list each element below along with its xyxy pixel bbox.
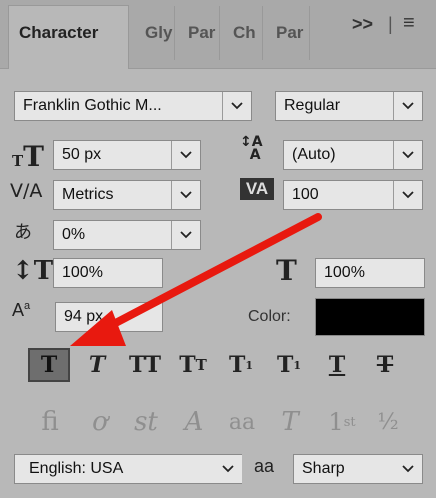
superscript-button[interactable]: T1 (220, 348, 262, 382)
faux-italic-button[interactable]: T (76, 348, 118, 382)
language-value: English: USA (29, 460, 124, 477)
kerning-value: Metrics (62, 186, 114, 203)
horizontal-scale-input[interactable]: 100% (315, 258, 425, 288)
leading-value: (Auto) (292, 146, 336, 163)
antialias-value: Sharp (302, 460, 345, 477)
character-panel: Character Gly Par Ch Par >> | ≡ Franklin… (0, 0, 436, 498)
swash-button[interactable]: st (124, 402, 168, 442)
all-caps-button[interactable]: TT (124, 348, 166, 382)
strikethrough-button[interactable]: T (364, 348, 406, 382)
chevron-down-icon[interactable] (222, 92, 251, 120)
antialias-icon: aa (254, 456, 275, 476)
chevron-down-icon[interactable] (214, 455, 242, 483)
subscript-button[interactable]: T1 (268, 348, 310, 382)
small-caps-button[interactable]: TT (172, 348, 214, 382)
chevron-down-icon[interactable] (393, 92, 422, 120)
font-family-select[interactable]: Franklin Gothic M... (14, 91, 252, 121)
faux-bold-button[interactable]: T (28, 348, 70, 382)
kerning-icon: V/A (10, 180, 43, 202)
tab-glyphs[interactable]: Gly (139, 6, 175, 60)
chevron-down-icon[interactable] (171, 141, 200, 169)
contextual-alternates-button[interactable]: A (172, 402, 216, 442)
leading-icon: ↕A A (240, 134, 263, 163)
tsume-icon: あ (14, 222, 32, 242)
tab-paragraph-styles[interactable]: Par (270, 6, 310, 60)
underline-button[interactable]: T (316, 348, 358, 382)
tracking-icon: VA (240, 178, 274, 200)
font-size-select[interactable]: 50 px (53, 140, 201, 170)
ligatures-button[interactable]: fi (28, 402, 72, 442)
chevron-down-icon[interactable] (171, 221, 200, 249)
expand-tabs-icon[interactable]: >> (352, 14, 373, 35)
leading-select[interactable]: (Auto) (283, 140, 423, 170)
vertical-scale-input[interactable]: 100% (53, 258, 163, 288)
oldstyle-button[interactable]: ơ (78, 402, 122, 442)
ordinals-button[interactable]: 1st (320, 402, 364, 442)
chevron-down-icon[interactable] (393, 181, 422, 209)
tracking-select[interactable]: 100 (283, 180, 423, 210)
vertical-scale-icon: ↕T (12, 256, 54, 286)
color-swatch[interactable] (315, 298, 425, 336)
titling-button[interactable]: T (268, 402, 312, 442)
discretionary-ligatures-button[interactable]: aa (220, 402, 264, 442)
language-select[interactable]: English: USA (14, 454, 242, 484)
divider-icon: | (388, 14, 393, 34)
baseline-shift-input[interactable]: 94 px (55, 302, 163, 332)
font-family-value: Franklin Gothic M... (23, 97, 162, 114)
tab-character[interactable]: Character (8, 5, 129, 69)
chevron-down-icon[interactable] (394, 455, 422, 483)
font-size-value: 50 px (62, 146, 102, 163)
tab-paragraph[interactable]: Par (182, 6, 220, 60)
baseline-shift-icon: Aa (12, 300, 31, 320)
tab-character-styles[interactable]: Ch (227, 6, 263, 60)
antialias-select[interactable]: Sharp (293, 454, 423, 484)
panel-menu-icon[interactable]: ≡ (403, 12, 415, 35)
font-size-icon: TT (12, 140, 45, 173)
tab-bar: Character Gly Par Ch Par >> | ≡ (0, 0, 436, 69)
chevron-down-icon[interactable] (393, 141, 422, 169)
font-style-select[interactable]: Regular (275, 91, 423, 121)
tsume-value: 0% (62, 226, 86, 243)
kerning-select[interactable]: Metrics (53, 180, 201, 210)
chevron-down-icon[interactable] (171, 181, 200, 209)
tracking-value: 100 (292, 186, 319, 203)
color-label: Color: (248, 308, 291, 325)
horizontal-scale-icon: T (276, 254, 297, 287)
tsume-select[interactable]: 0% (53, 220, 201, 250)
fractions-button[interactable]: ½ (366, 402, 410, 442)
font-style-value: Regular (284, 97, 341, 114)
